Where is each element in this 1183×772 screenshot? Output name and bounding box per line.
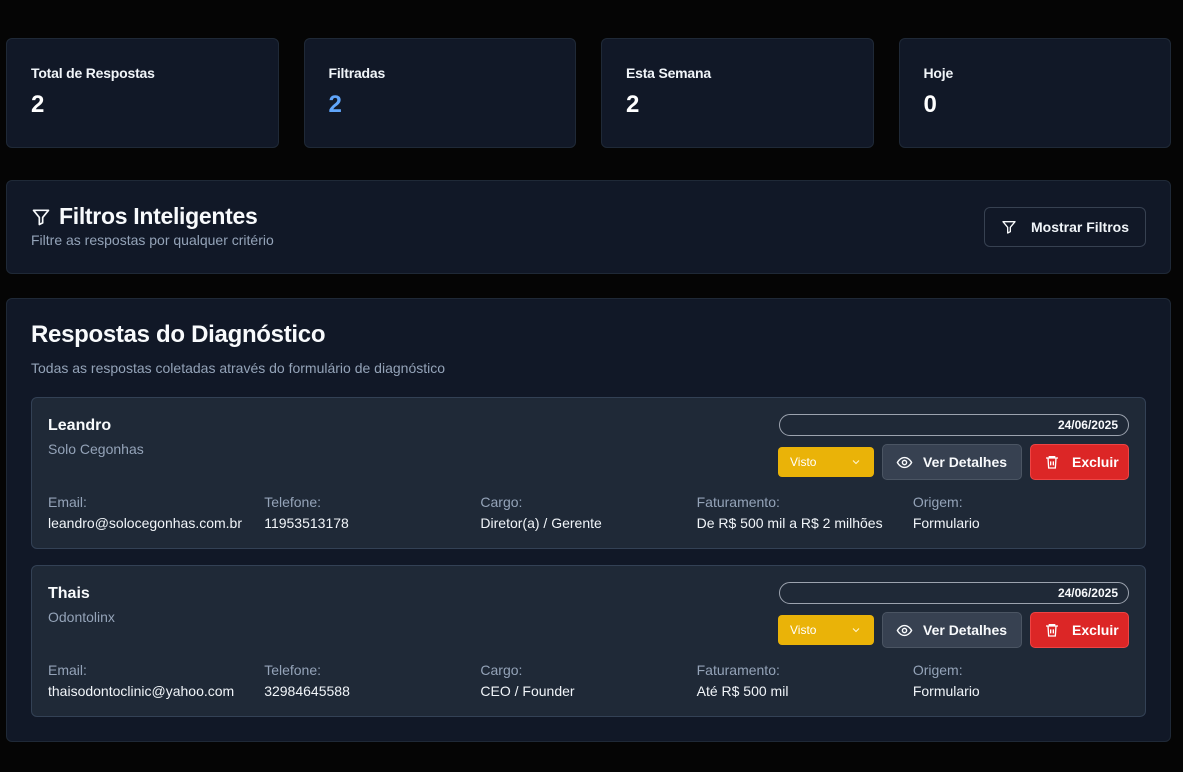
filter-icon [31, 207, 51, 227]
stat-value: 2 [626, 91, 640, 118]
field-label: Cargo: [480, 662, 523, 678]
field-value: Diretor(a) / Gerente [480, 515, 602, 531]
field-cargo: Cargo: CEO / Founder [480, 662, 696, 699]
field-value: 32984645588 [264, 683, 350, 699]
stat-value: 0 [923, 91, 937, 118]
stat-label: Total de Respostas [31, 65, 155, 81]
field-value: De R$ 500 mil a R$ 2 milhões [696, 515, 883, 531]
field-label: Email: [48, 494, 87, 510]
response-card: Leandro Solo Cegonhas 24/06/2025 Visto V… [31, 397, 1146, 549]
stat-value: 2 [328, 91, 342, 118]
responses-subtitle: Todas as respostas coletadas através do … [31, 360, 446, 376]
field-telefone: Telefone: 11953513178 [264, 494, 480, 531]
status-select[interactable]: Visto [778, 615, 874, 645]
status-value: Visto [790, 455, 817, 469]
respondent-name: Thais [48, 585, 90, 602]
field-label: Cargo: [480, 494, 523, 510]
stat-label: Filtradas [328, 65, 386, 81]
field-email: Email: thaisodontoclinic@yahoo.com [48, 662, 264, 699]
filters-title: Filtros Inteligentes [59, 203, 258, 229]
field-value: Formulario [912, 683, 980, 699]
view-details-label: Ver Detalhes [923, 622, 1008, 638]
field-value: Até R$ 500 mil [696, 683, 789, 699]
field-telefone: Telefone: 32984645588 [264, 662, 480, 699]
response-card: Thais Odontolinx 24/06/2025 Visto Ver De… [31, 565, 1146, 717]
stat-card-today: Hoje 0 [898, 38, 1171, 148]
field-value: leandro@solocegonhas.com.br [48, 515, 242, 531]
field-label: Faturamento: [696, 494, 780, 510]
status-value: Visto [790, 623, 817, 637]
stat-label: Hoje [923, 65, 954, 81]
status-select[interactable]: Visto [778, 447, 874, 477]
show-filters-label: Mostrar Filtros [1030, 219, 1129, 235]
field-label: Origem: [912, 494, 963, 510]
field-label: Origem: [912, 662, 963, 678]
field-value: Formulario [912, 515, 980, 531]
delete-label: Excluir [1072, 454, 1119, 470]
field-value: CEO / Founder [480, 683, 575, 699]
field-faturamento: Faturamento: De R$ 500 mil a R$ 2 milhõe… [697, 494, 913, 531]
field-origem: Origem: Formulario [913, 662, 1129, 699]
chevron-down-icon [850, 624, 862, 636]
response-fields: Email: thaisodontoclinic@yahoo.com Telef… [48, 662, 1129, 699]
field-email: Email: leandro@solocegonhas.com.br [48, 494, 264, 531]
card-actions: Visto Ver Detalhes Excluir [778, 444, 1129, 480]
respondent-company: Solo Cegonhas [48, 441, 144, 457]
eye-icon [896, 622, 913, 639]
trash-icon [1044, 622, 1060, 638]
field-faturamento: Faturamento: Até R$ 500 mil [697, 662, 913, 699]
field-value: thaisodontoclinic@yahoo.com [48, 683, 235, 699]
dashboard-page: Total de Respostas 2 Filtradas 2 Esta Se… [0, 0, 1183, 772]
stat-card-week: Esta Semana 2 [601, 38, 874, 148]
response-fields: Email: leandro@solocegonhas.com.br Telef… [48, 494, 1129, 531]
eye-icon [896, 454, 913, 471]
responses-title: Respostas do Diagnóstico [31, 321, 326, 348]
field-cargo: Cargo: Diretor(a) / Gerente [480, 494, 696, 531]
chevron-down-icon [850, 456, 862, 468]
respondent-name: Leandro [48, 417, 112, 434]
date-badge: 24/06/2025 [779, 582, 1129, 604]
stats-row: Total de Respostas 2 Filtradas 2 Esta Se… [6, 38, 1171, 148]
show-filters-button[interactable]: Mostrar Filtros [983, 207, 1146, 247]
trash-icon [1044, 454, 1060, 470]
field-label: Faturamento: [696, 662, 780, 678]
field-label: Email: [48, 662, 87, 678]
card-actions: Visto Ver Detalhes Excluir [778, 612, 1129, 648]
delete-label: Excluir [1072, 622, 1119, 638]
delete-button[interactable]: Excluir [1030, 612, 1129, 648]
field-value: 11953513178 [264, 515, 349, 531]
filters-header: Filtros Inteligentes [31, 203, 1146, 230]
view-details-button[interactable]: Ver Detalhes [882, 444, 1022, 480]
filters-subtitle: Filtre as respostas por qualquer critéri… [31, 232, 274, 248]
responses-panel: Respostas do Diagnóstico Todas as respos… [6, 298, 1171, 742]
date-badge: 24/06/2025 [779, 414, 1129, 436]
stat-card-total: Total de Respostas 2 [6, 38, 279, 148]
filter-icon [1001, 219, 1017, 235]
field-label: Telefone: [264, 494, 322, 510]
view-details-label: Ver Detalhes [923, 454, 1008, 470]
stat-value: 2 [31, 91, 45, 118]
view-details-button[interactable]: Ver Detalhes [882, 612, 1022, 648]
field-origem: Origem: Formulario [913, 494, 1129, 531]
stat-label: Esta Semana [626, 65, 711, 81]
stat-card-filtered: Filtradas 2 [303, 38, 576, 148]
delete-button[interactable]: Excluir [1030, 444, 1129, 480]
filters-panel: Filtros Inteligentes Filtre as respostas… [6, 180, 1171, 274]
field-label: Telefone: [264, 662, 322, 678]
respondent-company: Odontolinx [48, 609, 115, 625]
